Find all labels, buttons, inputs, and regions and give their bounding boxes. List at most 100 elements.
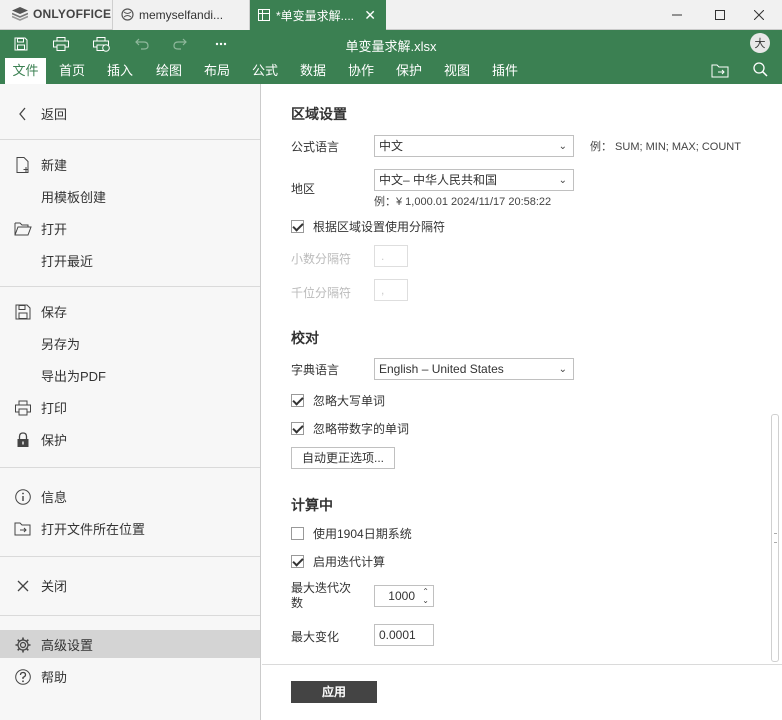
spreadsheet-icon [258,9,270,21]
checkbox-box[interactable] [291,220,304,233]
tab-insert[interactable]: 插入 [100,58,140,84]
apply-button[interactable]: 应用 [291,681,377,703]
sidebar-item-close[interactable]: 关闭 [0,571,260,599]
print-icon [15,400,31,416]
sidebar-item-help[interactable]: 帮助 [0,662,260,690]
checkbox-box[interactable] [291,422,304,435]
sidebar-item-label: 帮助 [41,669,68,685]
tab-home[interactable]: 首页 [52,58,92,84]
app-logo-text: ONLYOFFICE [33,7,112,21]
ignore-uppercase-label: 忽略大写单词 [313,394,386,408]
sidebar-item-open[interactable]: 打开 [0,214,260,242]
tab-goal-seek-xlsx[interactable]: *单变量求解.... ✕ [250,0,386,30]
sidebar-item-label: 信息 [41,489,68,505]
search-icon [753,62,768,77]
tab-collaborate[interactable]: 协作 [341,58,381,84]
formula-language-select[interactable]: 中文 ⌄ [374,135,574,157]
sidebar-item-save[interactable]: 保存 [0,297,260,325]
sidebar-item-label: 关闭 [41,578,68,594]
max-iterations-spinner[interactable]: 1000 ⌃ ⌄ [374,585,434,607]
sidebar-item-advanced-settings[interactable]: 高级设置 [0,630,260,658]
open-file-location-button[interactable] [711,62,729,81]
section-title-proofing: 校对 [291,330,319,346]
sidebar-item-label: 高级设置 [41,637,94,653]
sidebar-item-label: 打开文件所在位置 [41,521,146,537]
lock-icon [17,432,29,447]
decimal-separator-label: 小数分隔符 [291,252,352,266]
checkbox-box[interactable] [291,527,304,540]
tab-protect[interactable]: 保护 [389,58,429,84]
ignore-numbers-label: 忽略带数字的单词 [313,422,410,436]
checkbox-box[interactable] [291,555,304,568]
date1904-checkbox[interactable]: 使用1904日期系统 [291,525,412,542]
close-icon [17,580,29,592]
app-logo[interactable]: ONLYOFFICE [12,7,111,21]
quick-access-toolbar: 单变量求解.xlsx 大 [0,30,782,58]
info-icon [15,489,31,505]
chevron-left-icon [19,107,26,121]
tab-draw[interactable]: 绘图 [148,58,190,84]
window-title-bar: ONLYOFFICE memyselfandi... *单变量求解.... ✕ [0,0,782,30]
sidebar-item-print[interactable]: 打印 [0,393,260,421]
close-window-button[interactable] [736,0,782,30]
folder-open-icon [14,222,32,236]
decimal-separator-input[interactable]: . [374,245,408,267]
thousands-separator-input[interactable]: , [374,279,408,301]
iterative-calc-checkbox[interactable]: 启用迭代计算 [291,553,385,570]
maximize-icon [715,10,725,20]
minimize-button[interactable] [654,0,700,30]
document-title: 单变量求解.xlsx [345,39,437,54]
sidebar-item-save-as[interactable]: 另存为 [0,329,260,357]
tab-file[interactable]: 文件 [5,58,46,84]
max-change-label: 最大变化 [291,630,340,644]
tab-label: memyselfandi... [139,8,224,22]
sidebar-item-export-pdf[interactable]: 导出为PDF [0,361,260,389]
advanced-settings-panel: 区域设置 公式语言 中文 ⌄ 例： SUM; MIN; MAX; COUNT 地… [262,84,782,720]
chevron-down-icon: ⌄ [558,364,567,375]
scrollbar[interactable] [771,414,779,662]
ignore-numbers-checkbox[interactable]: 忽略带数字的单词 [291,420,409,437]
sidebar-item-back[interactable]: 返回 [0,99,260,127]
user-avatar[interactable]: 大 [750,33,770,53]
sidebar-item-protect[interactable]: 保护 [0,425,260,453]
tab-plugins[interactable]: 插件 [485,58,525,84]
tab-formula[interactable]: 公式 [245,58,285,84]
dictionary-language-label: 字典语言 [291,363,340,377]
date1904-label: 使用1904日期系统 [313,527,412,541]
sidebar-item-label: 保护 [41,432,68,448]
dictionary-language-select[interactable]: English – United States ⌄ [374,358,574,380]
sidebar-item-open-file-location[interactable]: 打开文件所在位置 [0,514,260,542]
sidebar-divider [0,139,260,140]
search-button[interactable] [753,62,768,80]
sidebar-item-label: 打开 [41,221,68,237]
checkbox-box[interactable] [291,394,304,407]
section-title-regional: 区域设置 [291,106,347,122]
onlyoffice-logo-icon [12,7,28,21]
spinner-arrows-icon[interactable]: ⌃ ⌄ [422,587,429,605]
autocorrect-options-button[interactable]: 自动更正选项... [291,447,396,469]
tab-memyselfandi[interactable]: memyselfandi... [112,0,250,30]
iterative-calc-label: 启用迭代计算 [313,555,386,569]
close-tab-icon[interactable]: ✕ [364,7,376,24]
region-select[interactable]: 中文– 中华人民共和国 ⌄ [374,169,574,191]
sidebar-item-info[interactable]: 信息 [0,482,260,510]
ignore-uppercase-checkbox[interactable]: 忽略大写单词 [291,392,385,409]
folder-arrow-icon [14,522,31,536]
folder-arrow-icon [711,64,729,78]
help-icon [15,669,31,685]
sidebar-item-open-recent[interactable]: 打开最近 [0,246,260,274]
sidebar-item-create-from-template[interactable]: 用模板创建 [0,182,260,210]
sidebar-item-new[interactable]: 新建 [0,150,260,178]
tab-view[interactable]: 视图 [437,58,477,84]
tab-data[interactable]: 数据 [293,58,333,84]
use-separators-label: 根据区域设置使用分隔符 [313,220,446,234]
formula-language-example: 例： SUM; MIN; MAX; COUNT [590,141,741,153]
chevron-down-icon: ⌄ [558,141,567,152]
minimize-icon [672,14,682,16]
sidebar-divider [0,615,260,616]
tab-layout[interactable]: 布局 [197,58,237,84]
formula-language-label: 公式语言 [291,140,340,154]
max-change-input[interactable]: 0.0001 [374,624,434,646]
sidebar-item-label: 返回 [41,106,68,122]
use-separators-checkbox[interactable]: 根据区域设置使用分隔符 [291,218,445,235]
